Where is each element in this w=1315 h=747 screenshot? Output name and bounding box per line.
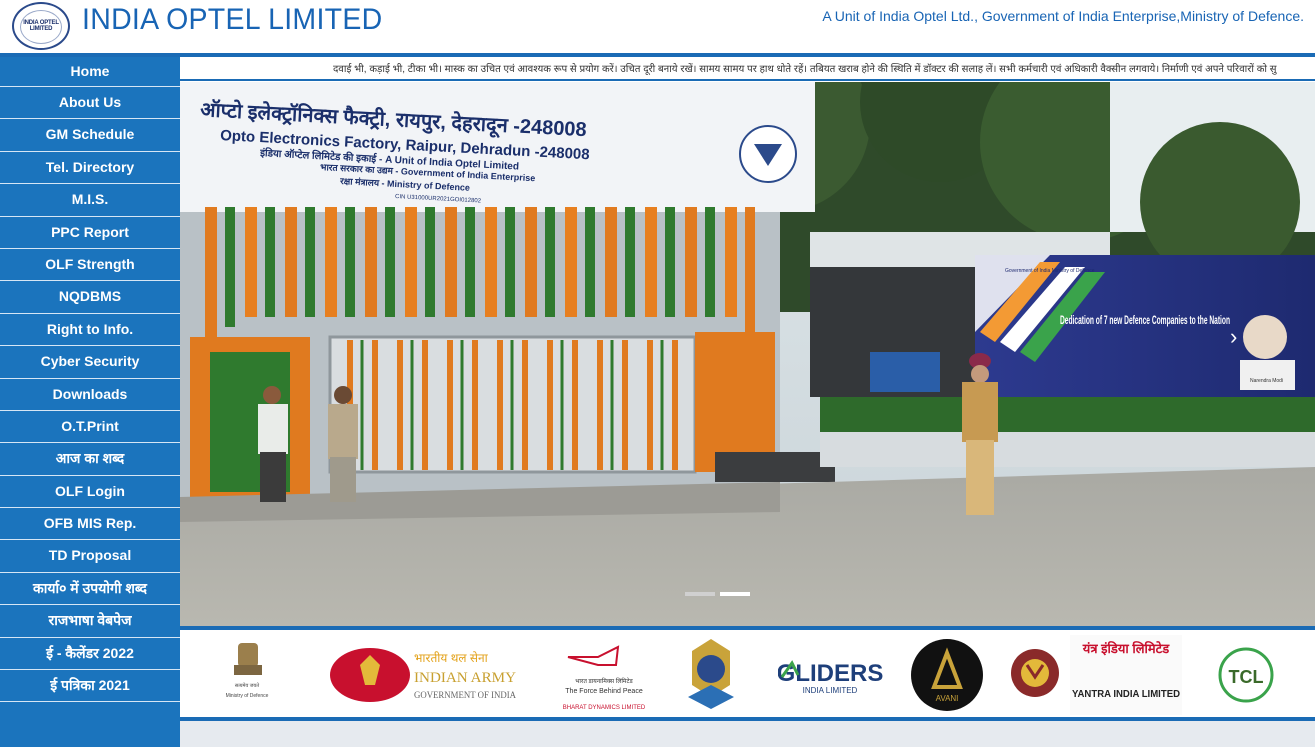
svg-text:Ministry of Defence: Ministry of Defence <box>226 693 269 699</box>
svg-text:TCL: TCL <box>1229 667 1264 687</box>
svg-text:भारतीय थल सेना: भारतीय थल सेना <box>414 651 489 665</box>
partner-logos-strip: सत्यमेव जयते Ministry of Defence भारतीय … <box>180 630 1315 718</box>
sidebar-item-useful-words[interactable]: कार्या० में उपयोगी शब्द <box>0 573 180 606</box>
sidebar-item-downloads[interactable]: Downloads <box>0 379 180 411</box>
svg-text:The Force Behind Peace: The Force Behind Peace <box>565 688 643 695</box>
sidebar-item-word-of-day[interactable]: आज का शब्द <box>0 443 180 476</box>
poster-name: Narendra Modi <box>1250 378 1283 384</box>
poster-caption: Dedication of 7 new Defence Companies to… <box>1060 313 1230 327</box>
sidebar-item-e-calendar[interactable]: ई - कैलेंडर 2022 <box>0 638 180 671</box>
sidebar-item-olf-strength[interactable]: OLF Strength <box>0 249 180 282</box>
image-slider[interactable]: ऑप्टो इलेक्ट्रॉनिक्स फैक्ट्री, रायपुर, द… <box>180 82 1315 626</box>
sidebar-item-right-to-info[interactable]: Right to Info. <box>0 314 180 347</box>
sidebar-item-nqdbms[interactable]: NQDBMS <box>0 281 180 314</box>
svg-text:यंत्र इंडिया लिमिटेड: यंत्र इंडिया लिमिटेड <box>1082 641 1170 656</box>
avani-logo[interactable]: AVANI <box>910 634 984 716</box>
svg-text:GOVERNMENT OF INDIA: GOVERNMENT OF INDIA <box>414 690 516 700</box>
sidebar-item-home[interactable]: Home <box>0 57 180 87</box>
news-ticker: दवाई भी, कड़ाई भी, टीका भी। मास्क का उचि… <box>180 57 1315 81</box>
iaf-logo[interactable] <box>680 634 742 716</box>
emblem-icon: सत्यमेव जयते Ministry of Defence <box>226 643 269 699</box>
yantra-logo[interactable]: यंत्र इंडिया लिमिटेड YANTRA INDIA LIMITE… <box>1070 634 1182 716</box>
company-logo[interactable]: INDIA OPTEL LIMITED <box>12 2 70 50</box>
page-header: INDIA OPTEL LIMITED INDIA OPTEL LIMITED … <box>0 0 1315 54</box>
sidebar-item-ot-print[interactable]: O.T.Print <box>0 411 180 444</box>
mod-emblem-logo[interactable]: सत्यमेव जयते Ministry of Defence <box>220 634 275 716</box>
site-title: INDIA OPTEL LIMITED <box>82 3 383 36</box>
sidebar-item-ofb-mis-rep[interactable]: OFB MIS Rep. <box>0 508 180 541</box>
sidebar-item-olf-login[interactable]: OLF Login <box>0 476 180 509</box>
site-tagline: A Unit of India Optel Ltd., Government o… <box>822 8 1304 24</box>
sidebar-item-td-proposal[interactable]: TD Proposal <box>0 540 180 573</box>
sidebar-item-gm-schedule[interactable]: GM Schedule <box>0 119 180 152</box>
page-footer <box>180 721 1315 747</box>
sidebar-nav: Home About Us GM Schedule Tel. Directory… <box>0 57 180 747</box>
indian-army-logo[interactable]: भारतीय थल सेना INDIAN ARMY GOVERNMENT OF… <box>330 634 520 716</box>
tcl-logo[interactable]: TCL <box>1210 634 1282 716</box>
sidebar-item-cyber-security[interactable]: Cyber Security <box>0 346 180 379</box>
munitions-logo[interactable] <box>1007 634 1063 716</box>
svg-text:सत्यमेव जयते: सत्यमेव जयते <box>235 682 259 689</box>
sidebar-item-tel-directory[interactable]: Tel. Directory <box>0 152 180 185</box>
svg-text:BHARAT DYNAMICS LIMITED: BHARAT DYNAMICS LIMITED <box>563 705 646 711</box>
bdl-logo[interactable]: भारत डायनामिक्स लिमिटेड The Force Behind… <box>558 634 650 716</box>
chevron-right-icon[interactable]: › <box>1230 324 1237 349</box>
poster-org: Government of India Ministry of Defence <box>1005 268 1095 274</box>
svg-text:INDIAN ARMY: INDIAN ARMY <box>414 670 516 686</box>
sidebar-item-rajbhasha-webpage[interactable]: राजभाषा वेबपेज <box>0 605 180 638</box>
ticker-text: दवाई भी, कड़ाई भी, टीका भी। मास्क का उचि… <box>333 64 1277 75</box>
sidebar-item-e-patrika[interactable]: ई पत्रिका 2021 <box>0 670 180 703</box>
svg-text:INDIA LIMITED: INDIA LIMITED <box>803 686 858 695</box>
sidebar-item-about-us[interactable]: About Us <box>0 87 180 120</box>
svg-text:YANTRA INDIA LIMITED: YANTRA INDIA LIMITED <box>1072 689 1180 700</box>
svg-text:AVANI: AVANI <box>936 694 959 703</box>
sidebar-item-ppc-report[interactable]: PPC Report <box>0 217 180 249</box>
sidebar-item-mis[interactable]: M.I.S. <box>0 184 180 217</box>
gliders-logo[interactable]: GLIDERS INDIA LIMITED <box>778 634 883 716</box>
factory-gate-photo: ऑप्टो इलेक्ट्रॉनिक्स फैक्ट्री, रायपुर, द… <box>180 82 1315 626</box>
svg-text:भारत डायनामिक्स लिमिटेड: भारत डायनामिक्स लिमिटेड <box>575 677 633 685</box>
